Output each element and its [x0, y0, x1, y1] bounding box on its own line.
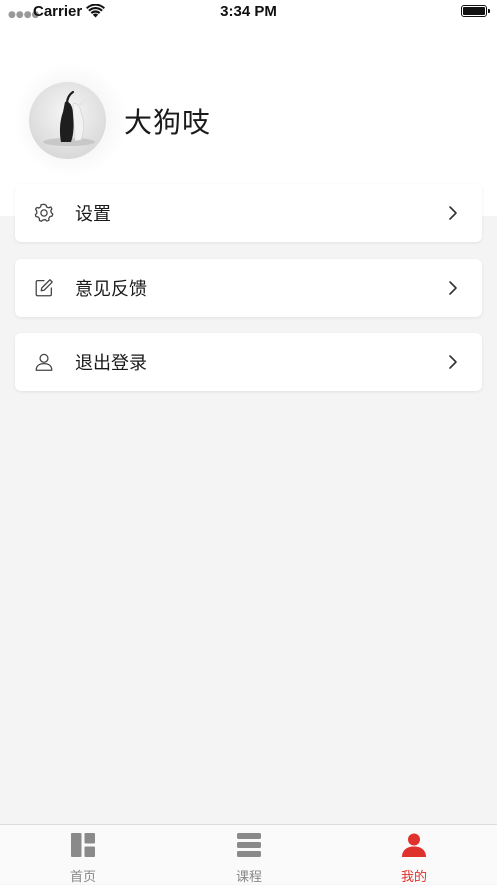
menu-item-logout[interactable]: 退出登录 [15, 333, 482, 391]
list-icon [237, 833, 261, 857]
chevron-right-icon [449, 281, 457, 295]
chevron-right-icon [449, 355, 457, 369]
battery-icon [461, 5, 490, 17]
tab-home[interactable]: 首页 [0, 825, 166, 885]
tab-label: 首页 [69, 870, 96, 885]
person-icon [402, 833, 426, 857]
user-icon [35, 353, 53, 371]
menu-item-settings[interactable]: 设置 [15, 184, 482, 242]
gear-icon [34, 203, 54, 222]
username: 大狗吱 [124, 106, 212, 139]
menu-item-feedback[interactable]: 意见反馈 [15, 259, 482, 317]
status-bar: ●●●● Carrier 3:34 PM [0, 0, 497, 24]
avatar[interactable] [29, 82, 106, 159]
menu-item-label: 设置 [75, 204, 111, 225]
tab-mine[interactable]: 我的 [331, 825, 497, 885]
tab-courses[interactable]: 课程 [166, 825, 332, 885]
tab-label: 我的 [400, 870, 427, 885]
tab-label: 课程 [235, 870, 262, 885]
clock-label: 3:34 PM [220, 3, 277, 20]
menu-item-label: 退出登录 [75, 353, 147, 374]
cat-photo-icon [43, 90, 95, 146]
edit-icon [35, 279, 53, 297]
grid-icon [71, 833, 95, 857]
tab-bar: 首页 课程 我的 [0, 824, 497, 885]
menu-item-label: 意见反馈 [75, 279, 147, 300]
chevron-right-icon [449, 206, 457, 220]
